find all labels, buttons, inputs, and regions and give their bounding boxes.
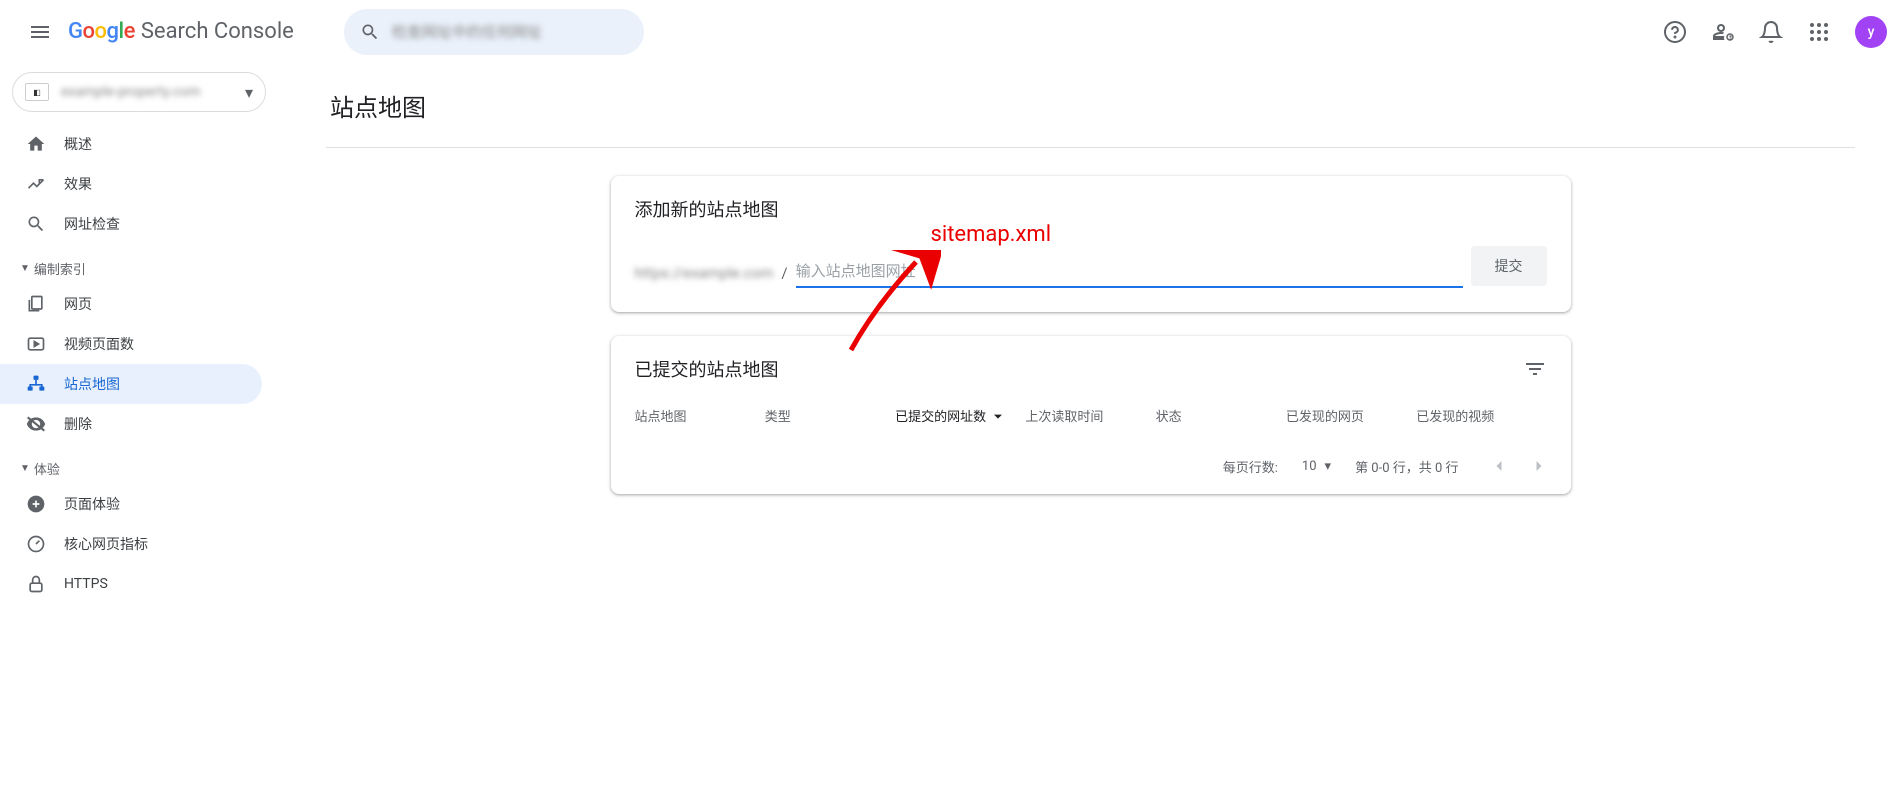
col-discovered-pages: 已发现的网页 bbox=[1286, 406, 1416, 425]
video-icon bbox=[24, 332, 48, 356]
speed-icon bbox=[24, 532, 48, 556]
sidebar-item-performance[interactable]: 效果 bbox=[0, 164, 262, 204]
col-last-read: 上次读取时间 bbox=[1025, 406, 1155, 425]
sidebar-item-https[interactable]: HTTPS bbox=[0, 564, 262, 604]
sidebar-item-label: 站点地图 bbox=[64, 374, 120, 394]
hamburger-icon bbox=[28, 20, 52, 44]
divider bbox=[326, 147, 1855, 148]
card-title: 已提交的站点地图 bbox=[635, 356, 1523, 382]
sidebar-section-indexing[interactable]: ▼ 编制索引 bbox=[0, 252, 278, 284]
help-button[interactable] bbox=[1655, 12, 1695, 52]
search-text-obscured: 检查网址中的任何网址 bbox=[392, 21, 542, 42]
rows-per-page-label: 每页行数: bbox=[1223, 457, 1278, 476]
sidebar-item-page-experience[interactable]: 页面体验 bbox=[0, 484, 262, 524]
table-pagination: 每页行数: 10 ▾ 第 0-0 行，共 0 行 bbox=[611, 438, 1571, 494]
sidebar-item-overview[interactable]: 概述 bbox=[0, 124, 262, 164]
search-box[interactable]: 检查网址中的任何网址 bbox=[344, 9, 644, 55]
lock-icon bbox=[24, 572, 48, 596]
sidebar-item-label: 视频页面数 bbox=[64, 334, 134, 354]
logo[interactable]: Google Search Console bbox=[68, 19, 294, 44]
url-prefix-obscured: https://example.com bbox=[635, 264, 774, 288]
sidebar-section-experience[interactable]: ▼ 体验 bbox=[0, 452, 278, 484]
property-favicon: ◧ bbox=[25, 83, 49, 101]
col-discovered-videos: 已发现的视频 bbox=[1416, 406, 1546, 425]
submitted-sitemaps-card: 已提交的站点地图 站点地图 类型 已提交的网址数 上次读取时间 状态 已发现的网… bbox=[611, 336, 1571, 494]
hide-icon bbox=[24, 412, 48, 436]
col-submitted-urls[interactable]: 已提交的网址数 bbox=[895, 406, 1025, 425]
prev-page-button[interactable] bbox=[1483, 450, 1515, 482]
google-logo-text: Google bbox=[68, 19, 135, 44]
sidebar-item-label: 核心网页指标 bbox=[64, 534, 148, 554]
apps-grid-icon bbox=[1807, 20, 1831, 44]
chevron-right-icon bbox=[1529, 456, 1549, 476]
product-name: Search Console bbox=[141, 19, 294, 44]
table-header-row: 站点地图 类型 已提交的网址数 上次读取时间 状态 已发现的网页 已发现的视频 bbox=[611, 394, 1571, 438]
rows-per-page-select[interactable]: 10 ▾ bbox=[1302, 459, 1331, 474]
sitemap-icon bbox=[24, 372, 48, 396]
url-slash: / bbox=[781, 264, 787, 288]
sidebar-item-video-pages[interactable]: 视频页面数 bbox=[0, 324, 262, 364]
pages-icon bbox=[24, 292, 48, 316]
add-sitemap-card: 添加新的站点地图 https://example.com / 提交 sitema… bbox=[611, 176, 1571, 312]
sidebar-item-label: HTTPS bbox=[64, 576, 108, 592]
chevron-down-icon: ▾ bbox=[1325, 459, 1332, 474]
sidebar-item-label: 网址检查 bbox=[64, 214, 120, 234]
sidebar-item-core-web-vitals[interactable]: 核心网页指标 bbox=[0, 524, 262, 564]
submit-button[interactable]: 提交 bbox=[1471, 246, 1547, 286]
caret-down-icon: ▼ bbox=[20, 463, 30, 474]
plus-circle-icon bbox=[24, 492, 48, 516]
bell-icon bbox=[1759, 20, 1783, 44]
col-sitemap: 站点地图 bbox=[635, 406, 765, 425]
notifications-button[interactable] bbox=[1751, 12, 1791, 52]
help-icon bbox=[1663, 20, 1687, 44]
search-icon bbox=[24, 212, 48, 236]
sidebar-item-pages[interactable]: 网页 bbox=[0, 284, 262, 324]
page-title: 站点地图 bbox=[326, 88, 1855, 123]
property-name-obscured: example-property.com bbox=[61, 84, 245, 100]
apps-button[interactable] bbox=[1799, 12, 1839, 52]
section-label: 编制索引 bbox=[34, 259, 86, 278]
property-selector[interactable]: ◧ example-property.com ▾ bbox=[12, 72, 266, 112]
trending-icon bbox=[24, 172, 48, 196]
account-avatar[interactable]: y bbox=[1855, 16, 1887, 48]
pagination-range: 第 0-0 行，共 0 行 bbox=[1355, 457, 1458, 476]
sidebar-item-sitemaps[interactable]: 站点地图 bbox=[0, 364, 262, 404]
user-settings-icon bbox=[1711, 20, 1735, 44]
sidebar-item-label: 页面体验 bbox=[64, 494, 120, 514]
home-icon bbox=[24, 132, 48, 156]
menu-button[interactable] bbox=[16, 8, 64, 56]
sidebar-item-removals[interactable]: 删除 bbox=[0, 404, 262, 444]
users-button[interactable] bbox=[1703, 12, 1743, 52]
sidebar-item-label: 概述 bbox=[64, 134, 92, 154]
col-status: 状态 bbox=[1156, 406, 1286, 425]
chevron-left-icon bbox=[1489, 456, 1509, 476]
main-content: 站点地图 添加新的站点地图 https://example.com / 提交 s… bbox=[278, 64, 1903, 794]
chevron-down-icon: ▾ bbox=[245, 83, 253, 102]
next-page-button[interactable] bbox=[1523, 450, 1555, 482]
search-icon bbox=[360, 22, 380, 42]
col-type: 类型 bbox=[765, 406, 895, 425]
section-label: 体验 bbox=[34, 459, 60, 478]
app-header: Google Search Console 检查网址中的任何网址 y bbox=[0, 0, 1903, 64]
sidebar-item-url-inspection[interactable]: 网址检查 bbox=[0, 204, 262, 244]
header-actions: y bbox=[1655, 12, 1887, 52]
sidebar-item-label: 效果 bbox=[64, 174, 92, 194]
filter-icon bbox=[1523, 357, 1547, 381]
filter-button[interactable] bbox=[1523, 357, 1547, 381]
sidebar: ◧ example-property.com ▾ 概述 效果 网址检查 ▼ 编制… bbox=[0, 64, 278, 794]
sidebar-item-label: 网页 bbox=[64, 294, 92, 314]
caret-down-icon: ▼ bbox=[20, 263, 30, 274]
sidebar-item-label: 删除 bbox=[64, 414, 92, 434]
sitemap-url-input[interactable] bbox=[796, 258, 1463, 288]
card-title: 添加新的站点地图 bbox=[611, 176, 1571, 230]
sort-down-icon bbox=[990, 408, 1006, 424]
